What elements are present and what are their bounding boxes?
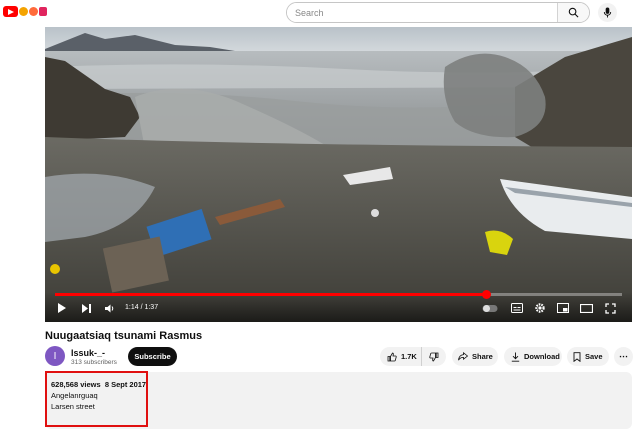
autoplay-toggle-icon — [482, 304, 498, 312]
save-button[interactable]: Save — [567, 347, 609, 366]
youtube-play-icon — [3, 6, 18, 17]
save-label: Save — [585, 352, 603, 361]
volume-button[interactable] — [104, 301, 115, 315]
settings-button[interactable] — [534, 301, 546, 315]
voice-search-button[interactable] — [598, 3, 617, 22]
fullscreen-icon — [605, 302, 616, 314]
theater-mode-button[interactable] — [580, 301, 593, 315]
more-actions-button[interactable]: ⋯ — [614, 347, 633, 366]
download-label: Download — [524, 352, 560, 361]
search-box — [286, 2, 590, 23]
subscribe-button[interactable]: Subscribe — [128, 347, 177, 366]
doodle-shape-icon — [39, 7, 47, 16]
skip-next-icon — [82, 303, 91, 313]
download-button[interactable]: Download — [504, 347, 562, 366]
subscriber-count: 313 subscribers — [71, 359, 117, 366]
thumbs-up-icon — [387, 352, 397, 362]
doodle-dot-icon — [19, 7, 28, 16]
progress-scrubber[interactable] — [481, 290, 491, 299]
highlight-box — [45, 371, 148, 427]
download-icon — [511, 352, 520, 362]
autoplay-toggle[interactable] — [482, 301, 498, 315]
play-button[interactable] — [57, 301, 67, 315]
video-frame — [45, 27, 632, 322]
progress-bar[interactable] — [55, 290, 622, 299]
like-count: 1.7K — [401, 352, 417, 361]
doodle-dot-icon — [29, 7, 38, 16]
miniplayer-button[interactable] — [557, 301, 569, 315]
search-button[interactable] — [557, 3, 589, 22]
player-controls: 1:14 / 1:37 — [45, 290, 632, 322]
top-bar — [0, 0, 640, 26]
like-dislike-group: 1.7K — [380, 347, 446, 366]
time-display: 1:14 / 1:37 — [125, 304, 159, 311]
progress-played — [55, 293, 486, 296]
miniplayer-icon — [557, 303, 569, 313]
volume-icon — [105, 304, 114, 312]
theater-mode-icon — [580, 303, 593, 313]
bookmark-icon — [573, 351, 581, 362]
microphone-icon — [603, 7, 612, 18]
video-player[interactable]: 1:14 / 1:37 — [45, 27, 632, 322]
search-icon — [568, 7, 579, 18]
video-title: Nuugaatsiaq tsunami Rasmus — [45, 330, 203, 342]
channel-name[interactable]: Issuk-_- — [71, 348, 105, 358]
subtitles-button[interactable] — [511, 301, 523, 315]
search-input[interactable] — [287, 3, 557, 22]
fullscreen-button[interactable] — [605, 301, 616, 315]
gear-icon — [535, 303, 545, 313]
channel-avatar[interactable]: I — [45, 346, 65, 366]
share-button[interactable]: Share — [452, 347, 498, 366]
play-icon — [58, 303, 66, 313]
youtube-logo[interactable] — [3, 6, 47, 17]
share-label: Share — [472, 352, 493, 361]
subtitles-icon — [511, 303, 523, 313]
dislike-button[interactable] — [422, 347, 446, 366]
thumbs-down-icon — [429, 352, 439, 362]
like-button[interactable]: 1.7K — [380, 347, 422, 366]
share-arrow-icon — [458, 352, 468, 361]
next-button[interactable] — [81, 301, 92, 315]
